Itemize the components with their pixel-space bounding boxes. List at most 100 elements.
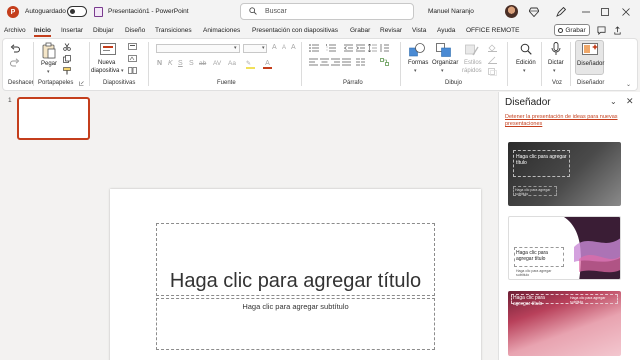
tab-ayuda[interactable]: Ayuda: [437, 27, 455, 34]
user-name[interactable]: Manuel Naranjo: [428, 8, 474, 15]
char-spacing-button[interactable]: AV: [213, 60, 221, 67]
autosave-toggle[interactable]: [67, 6, 87, 17]
shape-outline-icon[interactable]: [488, 56, 497, 64]
text-direction-icon[interactable]: [380, 44, 389, 52]
title-placeholder[interactable]: Haga clic para agregar título: [156, 223, 435, 296]
paste-button-label[interactable]: Pegar: [41, 61, 57, 67]
bullets-icon[interactable]: [309, 44, 319, 52]
comments-icon[interactable]: [596, 25, 606, 35]
shrink-font-icon[interactable]: A: [282, 45, 286, 51]
italic-button[interactable]: K: [168, 60, 173, 67]
diamond-icon[interactable]: [528, 6, 540, 18]
close-icon[interactable]: ✕: [626, 96, 634, 107]
shapes-icon[interactable]: [409, 43, 425, 57]
align-left-icon[interactable]: [309, 58, 318, 66]
numbering-icon[interactable]: [326, 44, 336, 52]
shape-fill-icon[interactable]: [488, 44, 497, 52]
align-right-icon[interactable]: [331, 58, 340, 66]
line-spacing-icon[interactable]: [368, 44, 377, 52]
font-family-select[interactable]: [156, 44, 240, 53]
slide-canvas[interactable]: Haga clic para agregar título Haga clic …: [110, 189, 481, 360]
tab-revisar[interactable]: Revisar: [380, 27, 402, 34]
arrange-icon[interactable]: [436, 43, 451, 57]
tab-presentacion[interactable]: Presentación con diapositivas: [252, 27, 338, 34]
chevron-down-icon[interactable]: ▾: [553, 68, 556, 74]
tab-dibujar[interactable]: Dibujar: [93, 27, 114, 34]
shadow-button[interactable]: S: [189, 60, 194, 67]
design-idea-card[interactable]: Haga clic para agregar título Haga clic …: [508, 216, 621, 280]
copy-icon[interactable]: [63, 55, 71, 63]
justify-icon[interactable]: [342, 58, 351, 66]
autosave-label: Autoguardado: [25, 8, 66, 15]
tab-grabar[interactable]: Grabar: [350, 27, 370, 34]
subtitle-placeholder[interactable]: Haga clic para agregar subtítulo: [156, 298, 435, 350]
grow-font-icon[interactable]: A: [272, 44, 277, 51]
shape-effects-icon[interactable]: [488, 68, 497, 76]
section-icon[interactable]: [128, 67, 137, 74]
format-painter-icon[interactable]: [63, 67, 71, 75]
highlight-color-icon[interactable]: ✎: [246, 60, 255, 69]
dictate-button-label[interactable]: Dictar: [548, 60, 564, 66]
tab-diseno[interactable]: Diseño: [125, 27, 145, 34]
close-icon[interactable]: [620, 6, 632, 18]
chevron-down-icon[interactable]: ▾: [121, 68, 124, 74]
new-slide-label-1[interactable]: Nueva: [98, 60, 115, 66]
tab-transiciones[interactable]: Transiciones: [155, 27, 192, 34]
design-idea-card[interactable]: Haga clic para agregar título Haga clic …: [508, 142, 621, 206]
smartart-icon[interactable]: [380, 58, 389, 66]
save-icon[interactable]: [94, 7, 103, 17]
chevron-down-icon[interactable]: ▾: [47, 69, 50, 75]
strikethrough-button[interactable]: ab: [199, 60, 206, 67]
maximize-icon[interactable]: [599, 6, 611, 18]
chevron-down-icon[interactable]: ▾: [262, 45, 265, 51]
record-button[interactable]: Grabar: [554, 24, 590, 36]
tab-office-remote[interactable]: OFFICE REMOTE: [466, 27, 519, 34]
shapes-button-label[interactable]: Formas: [408, 60, 428, 66]
chevron-down-icon[interactable]: ▾: [234, 45, 237, 51]
paste-icon[interactable]: [42, 42, 56, 59]
underline-button[interactable]: S: [178, 60, 183, 67]
minimize-icon[interactable]: [580, 6, 592, 18]
decrease-indent-icon[interactable]: [344, 44, 353, 52]
layout-icon[interactable]: [128, 43, 137, 50]
new-slide-label-2[interactable]: diapositiva: [91, 68, 119, 74]
editing-button-label[interactable]: Edición: [516, 60, 536, 66]
avatar[interactable]: [505, 5, 518, 18]
redo-icon[interactable]: [10, 58, 20, 67]
undo-icon[interactable]: [10, 44, 20, 53]
design-idea-card[interactable]: Haga clic para agregar título Haga clic …: [508, 291, 621, 356]
dialog-launcher-icon[interactable]: [79, 81, 84, 86]
font-color-icon[interactable]: A: [263, 60, 272, 69]
chevron-down-icon[interactable]: ▾: [523, 68, 526, 74]
card-subtitle-text: Haga clic para agregar subtítulo: [515, 188, 551, 196]
microphone-icon[interactable]: [551, 42, 561, 56]
tab-vista[interactable]: Vista: [412, 27, 426, 34]
stop-ideas-link[interactable]: Detener la presentación de ideas para nu…: [505, 114, 633, 128]
quick-styles-label-1[interactable]: Estilos: [464, 60, 482, 66]
quick-styles-label-2[interactable]: rápidos: [462, 68, 482, 74]
cut-icon[interactable]: [63, 43, 71, 51]
chevron-down-icon[interactable]: ▾: [414, 68, 417, 74]
chevron-down-icon[interactable]: ▾: [441, 68, 444, 74]
pen-icon[interactable]: [555, 6, 567, 18]
collapse-icon[interactable]: ⌄: [610, 97, 617, 106]
bold-button[interactable]: N: [157, 60, 162, 67]
tab-archivo[interactable]: Archivo: [4, 27, 26, 34]
arrange-button-label[interactable]: Organizar: [432, 60, 458, 66]
share-icon[interactable]: [612, 25, 622, 35]
align-center-icon[interactable]: [320, 58, 329, 66]
reset-icon[interactable]: [128, 55, 137, 62]
tab-inicio[interactable]: Inicio: [34, 27, 51, 37]
columns-icon[interactable]: [356, 58, 365, 66]
chevron-down-icon[interactable]: ⌄: [626, 81, 631, 88]
tab-animaciones[interactable]: Animaciones: [203, 27, 240, 34]
increase-indent-icon[interactable]: [356, 44, 365, 52]
search-input[interactable]: Buscar: [240, 3, 414, 20]
clear-format-icon[interactable]: A: [291, 44, 296, 51]
editing-icon[interactable]: [520, 43, 532, 55]
tab-insertar[interactable]: Insertar: [61, 27, 83, 34]
quick-styles-icon[interactable]: [465, 43, 479, 57]
slide-thumbnail[interactable]: [17, 97, 90, 140]
change-case-button[interactable]: Aa: [228, 60, 236, 67]
new-slide-icon[interactable]: [100, 43, 116, 57]
